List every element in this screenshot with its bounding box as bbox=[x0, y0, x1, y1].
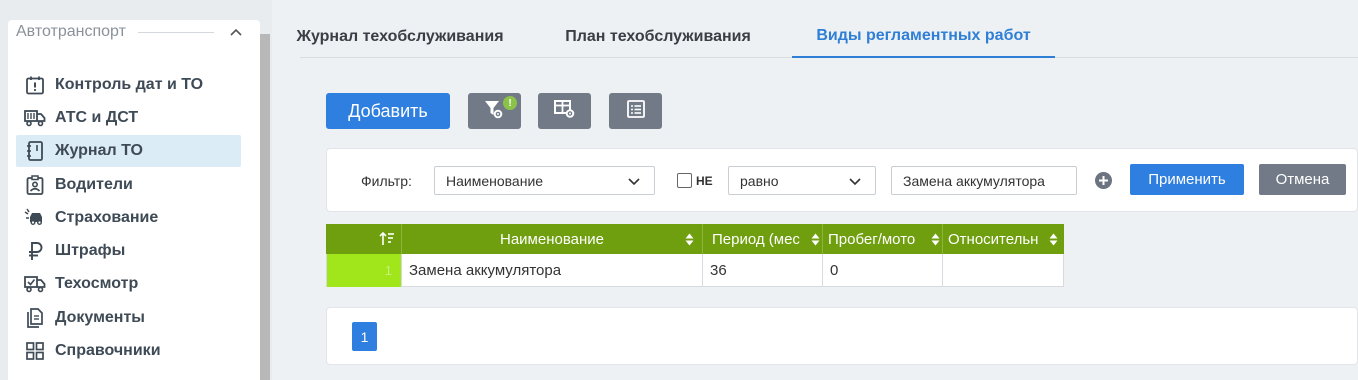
column-header-relative[interactable]: Относительн bbox=[943, 224, 1064, 254]
filter-operator-select[interactable]: равно bbox=[728, 166, 876, 195]
table-settings-button[interactable] bbox=[538, 93, 591, 129]
sidebar-item-label: Справочники bbox=[55, 342, 161, 359]
filter-field-select[interactable]: Наименование bbox=[434, 166, 655, 195]
sidebar-item-maintenance-journal[interactable]: Журнал ТО bbox=[16, 135, 241, 167]
add-condition-icon[interactable] bbox=[1095, 172, 1112, 189]
sidebar-item-fines[interactable]: Штрафы bbox=[16, 235, 241, 267]
filter-settings-button[interactable]: ! bbox=[468, 93, 521, 129]
car-crash-icon bbox=[24, 207, 46, 229]
column-header-name[interactable]: Наименование bbox=[402, 224, 703, 254]
name-cell: Замена аккумулятора bbox=[402, 254, 703, 287]
chevron-up-icon[interactable] bbox=[228, 24, 244, 40]
table-row[interactable]: 1 Замена аккумулятора 36 0 bbox=[326, 254, 1064, 287]
sidebar-item-inspection[interactable]: Техосмотр bbox=[16, 268, 241, 300]
page-button-current[interactable]: 1 bbox=[352, 322, 377, 351]
pagination: 1 bbox=[326, 307, 1358, 365]
row-number-cell: 1 bbox=[326, 254, 402, 287]
sort-icon[interactable] bbox=[1049, 233, 1058, 250]
work-types-table: Наименование Период (мес Пробег/мото Отн… bbox=[326, 224, 1064, 287]
sidebar-scrollbar[interactable] bbox=[260, 34, 270, 380]
sidebar-item-ats[interactable]: АТС и ДСТ bbox=[16, 102, 241, 134]
column-header-mileage[interactable]: Пробег/мото bbox=[823, 224, 943, 254]
filter-value-input[interactable]: Замена аккумулятора bbox=[891, 166, 1077, 195]
sidebar-item-label: Водители bbox=[55, 176, 133, 193]
filter-operator-value: равно bbox=[740, 172, 779, 189]
period-cell: 36 bbox=[703, 254, 823, 287]
column-header-label: Период (мес bbox=[712, 230, 800, 248]
sidebar-item-label: Документы bbox=[55, 309, 145, 326]
sort-icon[interactable] bbox=[931, 233, 940, 250]
filter-value-text: Замена аккумулятора bbox=[903, 172, 1045, 189]
not-checkbox[interactable] bbox=[677, 173, 692, 188]
sidebar-item-insurance[interactable]: Страхование bbox=[16, 202, 241, 234]
sidebar-item-documents[interactable]: Документы bbox=[16, 302, 241, 334]
tab-work-types[interactable]: Виды регламентных работ bbox=[792, 16, 1055, 58]
column-header-label: Относительн bbox=[948, 230, 1039, 248]
add-button[interactable]: Добавить bbox=[326, 93, 450, 129]
truck-icon bbox=[24, 107, 46, 129]
relative-cell bbox=[943, 254, 1064, 287]
sidebar-item-date-control[interactable]: Контроль дат и ТО bbox=[16, 69, 241, 101]
mileage-cell: 0 bbox=[823, 254, 943, 287]
section-header-autotransport[interactable]: Автотранспорт bbox=[16, 21, 244, 43]
sort-icon[interactable] bbox=[685, 233, 694, 250]
tab-maintenance-journal[interactable]: Журнал техобслуживания bbox=[296, 16, 503, 58]
apply-filter-button[interactable]: Применить bbox=[1130, 164, 1244, 195]
section-divider bbox=[137, 31, 214, 33]
sidebar-item-drivers[interactable]: Водители bbox=[16, 169, 241, 201]
driver-badge-icon bbox=[24, 174, 46, 196]
sort-icon[interactable] bbox=[811, 233, 820, 250]
documents-icon bbox=[24, 307, 46, 329]
chevron-down-icon bbox=[628, 174, 640, 190]
calendar-alert-icon bbox=[24, 74, 46, 96]
column-header-label: Наименование bbox=[500, 230, 604, 248]
list-view-button[interactable] bbox=[609, 93, 662, 129]
sort-order-icon[interactable] bbox=[379, 231, 395, 251]
row-number-header[interactable] bbox=[326, 224, 402, 254]
sidebar-item-label: Техосмотр bbox=[55, 275, 139, 292]
tab-maintenance-plan[interactable]: План техобслуживания bbox=[548, 16, 768, 58]
filter-panel: Фильтр: Наименование НЕ равно Замена акк… bbox=[326, 148, 1358, 212]
sidebar-item-label: Страхование bbox=[55, 209, 159, 226]
sidebar-item-label: АТС и ДСТ bbox=[55, 109, 139, 126]
tab-bar: Журнал техобслуживания План техобслужива… bbox=[296, 16, 1358, 58]
sidebar-item-label: Контроль дат и ТО bbox=[55, 76, 204, 93]
not-checkbox-label: НЕ bbox=[696, 174, 713, 188]
ruble-icon bbox=[24, 240, 46, 262]
truck-check-icon bbox=[24, 273, 46, 295]
filter-field-value: Наименование bbox=[446, 172, 544, 189]
table-gear-icon bbox=[552, 98, 578, 125]
section-title: Автотранспорт bbox=[16, 23, 126, 40]
table-header: Наименование Период (мес Пробег/мото Отн… bbox=[326, 224, 1064, 254]
column-header-label: Пробег/мото bbox=[828, 230, 916, 248]
sidebar: Автотранспорт Контроль дат и ТО АТС и ДС… bbox=[0, 0, 272, 380]
filter-label: Фильтр: bbox=[361, 173, 412, 189]
sidebar-item-reference[interactable]: Справочники bbox=[16, 335, 241, 367]
filter-alert-badge: ! bbox=[503, 96, 517, 110]
chevron-down-icon bbox=[849, 174, 861, 190]
column-header-period[interactable]: Период (мес bbox=[703, 224, 823, 254]
journal-icon bbox=[24, 140, 46, 162]
sidebar-item-label: Штрафы bbox=[55, 242, 126, 259]
grid-icon bbox=[24, 340, 46, 362]
list-icon bbox=[626, 99, 646, 124]
cancel-filter-button[interactable]: Отмена bbox=[1259, 164, 1346, 195]
sidebar-item-label: Журнал ТО bbox=[55, 142, 143, 159]
